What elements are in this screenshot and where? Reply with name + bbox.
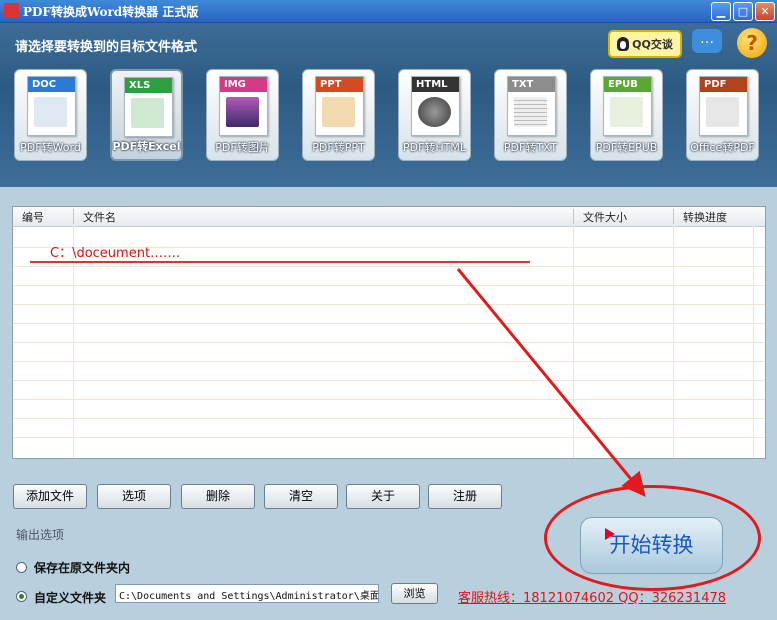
pointer-arrow: [456, 268, 646, 497]
arrow-line: [456, 268, 646, 497]
